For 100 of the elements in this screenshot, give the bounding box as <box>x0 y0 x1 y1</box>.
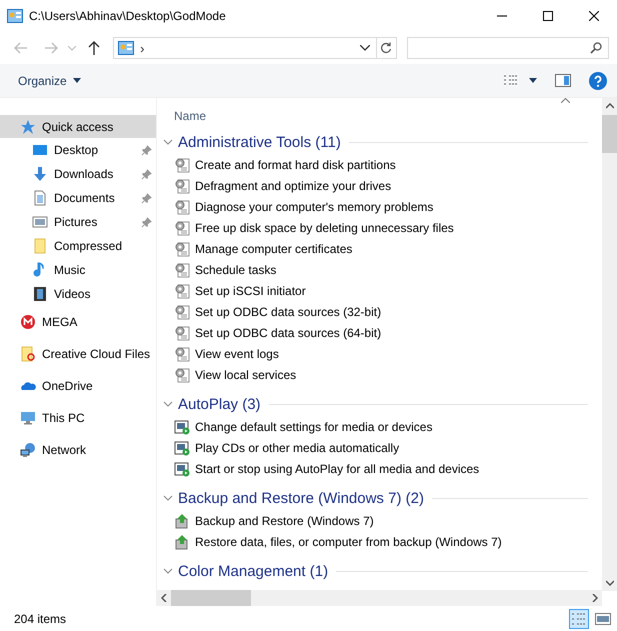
sidebar-label: Quick access <box>42 120 114 134</box>
breadcrumb-separator[interactable]: › <box>140 40 144 56</box>
sidebar-item[interactable]: Desktop <box>0 138 156 162</box>
item-label: Defragment and optimize your drives <box>195 178 392 192</box>
item-label: Restore data, files, or computer from backup (Windows 7) <box>195 534 502 548</box>
list-item[interactable]: Play CDs or other media automatically <box>163 437 602 458</box>
sidebar-item[interactable]: Compressed <box>0 234 156 258</box>
item-label: Schedule tasks <box>195 262 276 276</box>
item-label: Set up iSCSI initiator <box>195 284 306 298</box>
sidebar-item[interactable]: Pictures <box>0 210 156 234</box>
sidebar-label: OneDrive <box>42 379 93 393</box>
backup-icon <box>174 512 190 528</box>
caret-icon <box>68 46 76 50</box>
sidebar-item[interactable]: Music <box>0 258 156 282</box>
group-header[interactable]: Administrative Tools (11) <box>178 134 341 150</box>
scroll-left-icon[interactable] <box>161 594 167 602</box>
list-item[interactable]: Diagnose your computer's memory problems <box>163 196 602 217</box>
gear-document-icon <box>174 366 190 382</box>
sidebar-item[interactable]: Creative Cloud Files <box>0 338 156 370</box>
item-label: Play CDs or other media automatically <box>195 440 400 454</box>
control-panel-icon <box>118 41 134 55</box>
sidebar-item[interactable]: Documents <box>0 186 156 210</box>
down-arrow-icon <box>32 166 48 182</box>
item-label: Create and format hard disk partitions <box>195 158 396 172</box>
gear-document-icon <box>174 198 190 214</box>
sidebar-item[interactable]: OneDrive <box>0 370 156 402</box>
sidebar-item[interactable]: This PC <box>0 402 156 434</box>
chevron-icon[interactable] <box>163 399 173 409</box>
sidebar-item[interactable]: MEGA <box>0 306 156 338</box>
details-view-icon <box>503 74 519 88</box>
gear-document-icon <box>174 282 190 298</box>
chevron-icon[interactable] <box>163 493 173 503</box>
item-label: Set up ODBC data sources (64-bit) <box>195 326 382 340</box>
help-icon <box>589 72 607 90</box>
sidebar-label: Music <box>54 263 86 277</box>
gear-document-icon <box>174 346 190 362</box>
scroll-right-icon[interactable] <box>592 594 598 602</box>
item-label: Start or stop using AutoPlay for all media and devices <box>195 462 480 476</box>
group-header[interactable]: Color Management (1) <box>178 562 328 580</box>
gear-document-icon <box>174 156 190 172</box>
list-item[interactable]: Manage computer certificates <box>163 238 602 259</box>
item-label: View local services <box>195 368 296 382</box>
item-count: 204 items <box>14 612 66 626</box>
item-label: Free up disk space by deleting unnecessary files <box>195 220 454 234</box>
item-label: Set up ODBC data sources (32-bit) <box>195 304 382 318</box>
play-icon <box>174 460 190 476</box>
back-arrow-icon <box>14 42 28 54</box>
list-item[interactable]: Restore data, files, or computer from backup (Windows 7) <box>163 531 602 552</box>
sidebar-item[interactable]: Downloads <box>0 162 156 186</box>
maximize-icon <box>543 11 553 21</box>
network-icon <box>20 442 36 458</box>
preview-pane-icon <box>555 74 571 87</box>
sidebar-label: Creative Cloud Files <box>42 347 150 361</box>
sidebar-label: Documents <box>54 191 115 205</box>
list-item[interactable]: Start or stop using AutoPlay for all media and devices <box>163 458 602 479</box>
chevron-icon[interactable] <box>163 137 173 147</box>
folder-icon <box>20 346 36 362</box>
sidebar-item[interactable]: Quick access <box>0 115 156 138</box>
scroll-thumb[interactable] <box>171 590 251 606</box>
horizontal-scrollbar[interactable] <box>157 590 602 606</box>
list-item[interactable]: Schedule tasks <box>163 259 602 280</box>
chevron-down-icon[interactable] <box>360 45 370 51</box>
document-icon <box>32 190 48 206</box>
control-panel-icon <box>7 9 23 23</box>
list-item[interactable]: View event logs <box>163 343 602 364</box>
list-item[interactable]: Backup and Restore (Windows 7) <box>163 510 602 531</box>
list-item[interactable]: Set up ODBC data sources (32-bit) <box>163 301 602 322</box>
column-header[interactable]: Name <box>174 109 206 123</box>
item-label: Change default settings for media or devices <box>195 420 432 434</box>
sidebar-label: Desktop <box>54 143 98 157</box>
scroll-down-icon[interactable] <box>606 580 614 586</box>
list-item[interactable]: Free up disk space by deleting unnecessary files <box>163 217 602 238</box>
group-header[interactable]: AutoPlay (3) <box>178 396 261 412</box>
sidebar-label: Videos <box>54 287 90 301</box>
search-field[interactable] <box>406 37 609 59</box>
forward-arrow-icon <box>44 42 58 54</box>
sort-caret-icon[interactable] <box>561 98 570 103</box>
close-icon <box>589 11 599 21</box>
list-item[interactable]: Set up iSCSI initiator <box>163 280 602 301</box>
star-icon <box>20 118 36 134</box>
vertical-scrollbar[interactable] <box>602 98 617 591</box>
play-icon <box>174 418 190 434</box>
list-item[interactable]: Set up ODBC data sources (64-bit) <box>163 322 602 343</box>
address-field[interactable]: › <box>113 37 397 59</box>
sidebar-item[interactable]: Network <box>0 434 156 466</box>
gear-document-icon <box>174 304 190 320</box>
scroll-thumb[interactable] <box>602 115 617 153</box>
list-item[interactable]: Defragment and optimize your drives <box>163 175 602 196</box>
scroll-up-icon[interactable] <box>606 103 614 109</box>
details-view-button[interactable] <box>569 608 589 628</box>
sidebar-item[interactable]: Videos <box>0 282 156 306</box>
group-header[interactable]: Backup and Restore (Windows 7) (2) <box>178 490 424 506</box>
chevron-icon[interactable] <box>163 566 173 576</box>
list-item[interactable]: View local services <box>163 364 602 385</box>
monitor-icon <box>32 142 48 158</box>
organize-button[interactable]: Organize <box>18 68 81 92</box>
folder-icon <box>32 238 48 254</box>
list-item[interactable]: Change default settings for media or devices <box>163 416 602 437</box>
up-arrow-icon <box>88 41 100 55</box>
list-item[interactable]: Create and format hard disk partitions <box>163 154 602 175</box>
